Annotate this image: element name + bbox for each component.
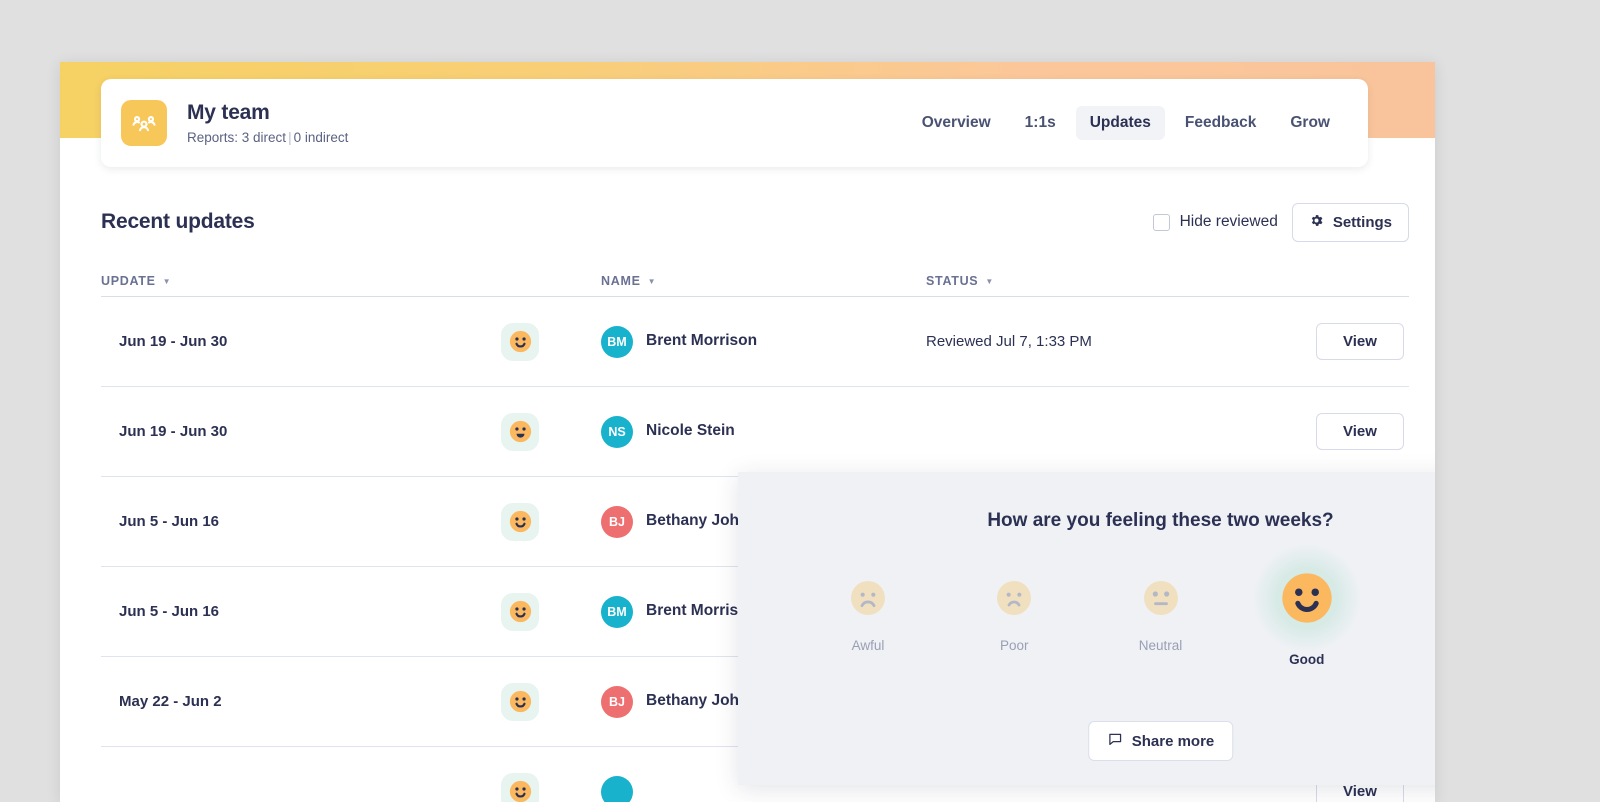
reports-indirect: 0 indirect <box>294 130 349 145</box>
avatar: BM <box>601 326 633 358</box>
column-header-update[interactable]: UPDATE ▼ <box>101 274 501 296</box>
reports-summary: Reports: 3 direct|0 indirect <box>187 130 348 145</box>
row-person: NS Nicole Stein <box>601 416 926 448</box>
column-label-update: UPDATE <box>101 274 156 288</box>
mood-option-label: Neutral <box>1139 638 1183 653</box>
mood-great-icon <box>501 413 539 451</box>
column-header-name[interactable]: NAME ▼ <box>601 274 926 296</box>
people-group-icon <box>121 100 167 146</box>
avatar: NS <box>601 416 633 448</box>
row-action: View <box>1316 413 1404 450</box>
row-action: View <box>1316 323 1404 360</box>
mood-option-poor[interactable]: Poor <box>952 562 1076 653</box>
mood-good-icon <box>501 593 539 631</box>
mood-good-icon <box>501 503 539 541</box>
row-date-range: Jun 19 - Jun 30 <box>101 333 501 350</box>
mood-option-awful[interactable]: Awful <box>806 562 930 653</box>
main-nav: Overview 1:1s Updates Feedback Grow <box>908 106 1344 140</box>
view-button[interactable]: View <box>1316 323 1404 360</box>
hide-reviewed-toggle[interactable]: Hide reviewed <box>1153 213 1278 231</box>
reports-prefix: Reports: <box>187 130 242 145</box>
tab-overview[interactable]: Overview <box>908 106 1005 140</box>
mood-option-neutral[interactable]: Neutral <box>1099 562 1223 653</box>
row-status: Reviewed Jul 7, 1:33 PM <box>926 333 1316 350</box>
row-mood-cell <box>501 593 601 631</box>
mood-good-icon <box>1253 544 1361 652</box>
hide-reviewed-checkbox[interactable] <box>1153 214 1170 231</box>
mood-option-great[interactable]: Great <box>1391 562 1435 653</box>
caret-down-icon: ▼ <box>163 277 172 286</box>
row-mood-cell <box>501 683 601 721</box>
list-header: Recent updates Hide reviewed Settings <box>101 199 1409 245</box>
settings-button[interactable]: Settings <box>1292 203 1409 242</box>
table-header-row: UPDATE ▼ NAME ▼ STATUS ▼ <box>101 257 1409 297</box>
person-name: Nicole Stein <box>646 420 735 442</box>
hide-reviewed-label: Hide reviewed <box>1180 213 1278 231</box>
avatar: BJ <box>601 506 633 538</box>
mood-good-icon <box>501 323 539 361</box>
speech-bubble-icon <box>1107 731 1123 751</box>
column-label-status: STATUS <box>926 274 978 288</box>
column-label-name: NAME <box>601 274 641 288</box>
tab-feedback[interactable]: Feedback <box>1171 106 1271 140</box>
avatar: BJ <box>601 686 633 718</box>
page-title: My team <box>187 101 348 125</box>
app-page: My team Reports: 3 direct|0 indirect Ove… <box>60 62 1435 802</box>
tab-1on1s[interactable]: 1:1s <box>1011 106 1070 140</box>
row-person: BM Brent Morrison <box>601 326 926 358</box>
tab-grow[interactable]: Grow <box>1276 106 1344 140</box>
person-name: Brent Morrison <box>646 330 757 352</box>
share-more-button[interactable]: Share more <box>1088 721 1234 761</box>
row-date-range: Jun 19 - Jun 30 <box>101 423 501 440</box>
gear-icon <box>1309 213 1324 232</box>
mood-option-good[interactable]: Good <box>1245 562 1369 667</box>
mood-awful-icon <box>814 544 922 652</box>
share-more-label: Share more <box>1132 733 1215 750</box>
mood-option-label: Poor <box>1000 638 1029 653</box>
mood-good-icon <box>501 683 539 721</box>
table-row[interactable]: Jun 19 - Jun 30 NS Nicole Stein View <box>101 387 1409 477</box>
row-mood-cell <box>501 413 601 451</box>
team-header-card: My team Reports: 3 direct|0 indirect Ove… <box>101 79 1368 167</box>
tab-updates[interactable]: Updates <box>1076 106 1165 140</box>
section-title: Recent updates <box>101 210 255 234</box>
mood-neutral-icon <box>1107 544 1215 652</box>
table-row[interactable]: Jun 19 - Jun 30 BM Brent Morrison Reviewed … <box>101 297 1409 387</box>
row-date-range: May 22 - Jun 2 <box>101 693 501 710</box>
list-header-actions: Hide reviewed Settings <box>1153 203 1409 242</box>
mood-option-label: Good <box>1289 652 1324 667</box>
mood-option-label: Awful <box>852 638 885 653</box>
row-date-range: Jun 5 - Jun 16 <box>101 513 501 530</box>
row-date-range: Jun 5 - Jun 16 <box>101 603 501 620</box>
reports-separator: | <box>286 130 294 145</box>
mood-poor-icon <box>960 544 1068 652</box>
mood-overlay-panel: How are you feeling these two weeks? Awf… <box>738 472 1435 785</box>
settings-label: Settings <box>1333 214 1392 231</box>
caret-down-icon: ▼ <box>648 277 657 286</box>
row-mood-cell <box>501 503 601 541</box>
avatar: BM <box>601 596 633 628</box>
mood-great-icon <box>1399 544 1435 652</box>
mood-options: Awful Poor Neutral Good Great <box>806 562 1435 667</box>
reports-direct: 3 direct <box>242 130 286 145</box>
column-header-mood <box>501 288 601 296</box>
avatar <box>601 776 633 802</box>
caret-down-icon: ▼ <box>985 277 994 286</box>
column-header-status[interactable]: STATUS ▼ <box>926 274 1316 296</box>
team-meta: My team Reports: 3 direct|0 indirect <box>187 101 348 144</box>
view-button[interactable]: View <box>1316 413 1404 450</box>
mood-question: How are you feeling these two weeks? <box>738 510 1435 532</box>
row-mood-cell <box>501 323 601 361</box>
